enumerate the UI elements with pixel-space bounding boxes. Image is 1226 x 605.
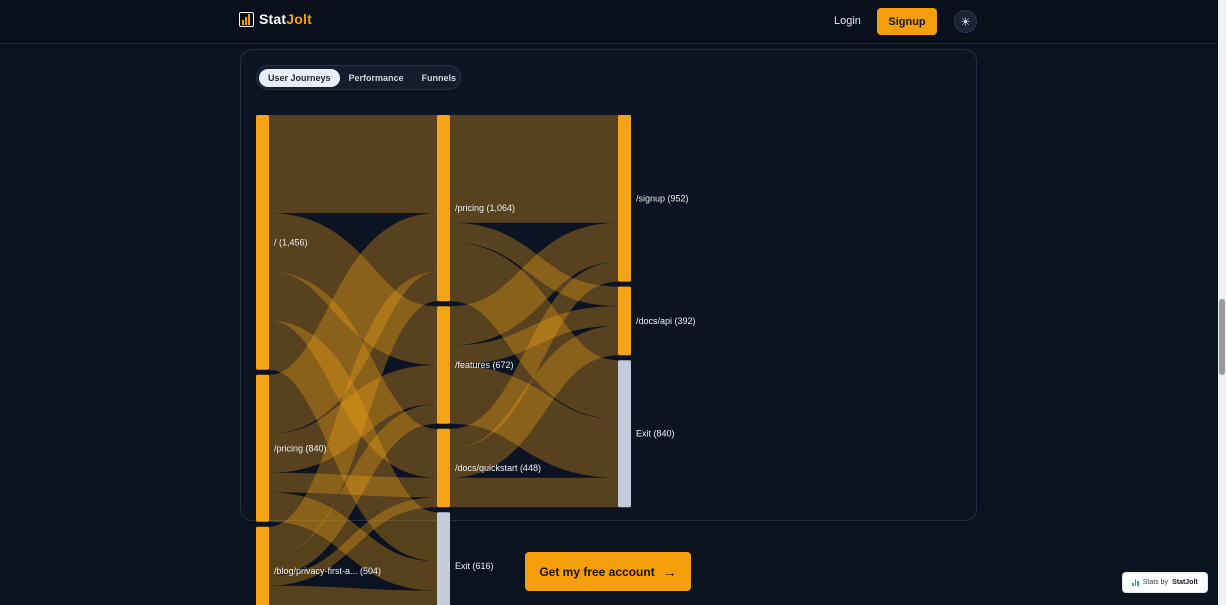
sankey-node-exit2[interactable] bbox=[618, 360, 631, 508]
stats-by-badge[interactable]: Stats by StatJolt bbox=[1122, 572, 1208, 593]
sankey-label-signup: /signup (952) bbox=[636, 193, 689, 203]
get-free-account-button[interactable]: Get my free account → bbox=[525, 552, 691, 591]
sankey-label-blog: /blog/privacy-first-a... (504) bbox=[274, 566, 381, 576]
sankey-link-blog-to-exit1[interactable] bbox=[268, 585, 438, 605]
sankey-label-home: / (1,456) bbox=[274, 237, 308, 247]
sankey-label-docsapi: /docs/api (392) bbox=[636, 316, 696, 326]
sankey-label-pricing0: /pricing (840) bbox=[274, 443, 327, 453]
sankey-node-features[interactable] bbox=[437, 306, 450, 424]
sankey-label-features: /features (672) bbox=[455, 360, 514, 370]
scrollbar-thumb[interactable] bbox=[1219, 299, 1225, 375]
sankey-node-blog[interactable] bbox=[256, 526, 269, 605]
sankey-node-pricing0[interactable] bbox=[256, 374, 269, 522]
sankey-node-quickstart[interactable] bbox=[437, 428, 450, 508]
arrow-right-icon: → bbox=[662, 563, 677, 580]
page-scrollbar[interactable] bbox=[1218, 0, 1226, 605]
sankey-node-pricing1[interactable] bbox=[437, 115, 450, 302]
sankey-node-signup[interactable] bbox=[618, 115, 631, 282]
sankey-node-home[interactable] bbox=[256, 115, 269, 370]
badge-brand: StatJolt bbox=[1172, 579, 1198, 586]
sankey-node-docsapi[interactable] bbox=[618, 286, 631, 356]
cta-label: Get my free account bbox=[539, 564, 655, 579]
badge-prefix: Stats by bbox=[1142, 579, 1169, 586]
user-journey-sankey-chart: / (1,456) /pricing (840) /blog/privacy-fir… bbox=[256, 114, 696, 605]
mini-chart-icon bbox=[1132, 579, 1139, 586]
sankey-node-exit1[interactable] bbox=[437, 512, 450, 605]
sankey-label-quickstart: /docs/quickstart (448) bbox=[455, 463, 541, 473]
sankey-label-pricing1: /pricing (1,064) bbox=[455, 203, 515, 213]
sankey-label-exit1: Exit (616) bbox=[455, 561, 494, 571]
sankey-label-exit2: Exit (840) bbox=[636, 429, 675, 439]
